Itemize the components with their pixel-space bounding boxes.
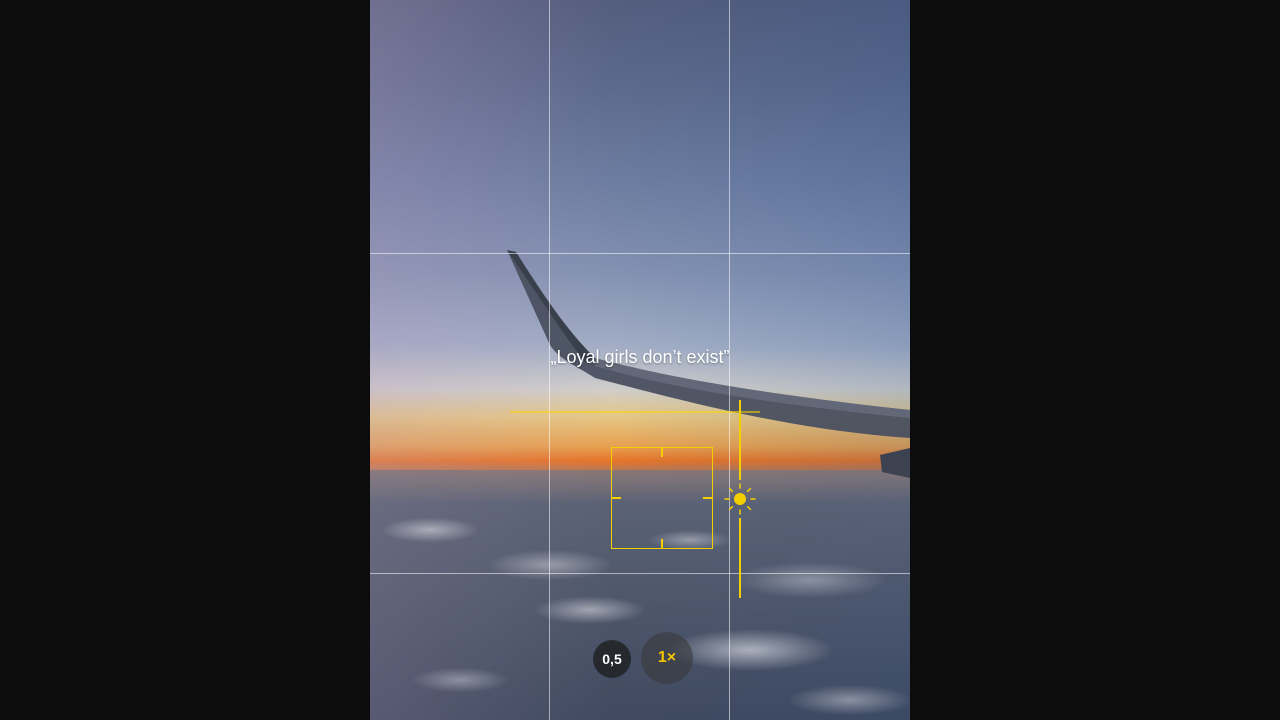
- focus-tick-left: [611, 497, 621, 499]
- sun-icon[interactable]: [724, 483, 756, 515]
- focus-tick-right: [703, 497, 713, 499]
- caption-text: „Loyal girls don’t exist”: [550, 347, 730, 367]
- camera-viewfinder[interactable]: „Loyal girls don’t exist” 0,5 1×: [370, 0, 910, 720]
- focus-tick-top: [661, 447, 663, 457]
- focus-tick-bottom: [661, 539, 663, 549]
- exposure-slider-track-top[interactable]: [739, 400, 741, 480]
- exposure-slider-track-bottom[interactable]: [739, 518, 741, 598]
- grid-line-horizontal-2: [370, 573, 910, 574]
- level-indicator: [510, 411, 760, 413]
- grid-line-horizontal-1: [370, 253, 910, 254]
- zoom-1x-button[interactable]: 1×: [641, 632, 693, 684]
- focus-box[interactable]: [611, 447, 713, 549]
- zoom-0-5-button[interactable]: 0,5: [593, 640, 631, 678]
